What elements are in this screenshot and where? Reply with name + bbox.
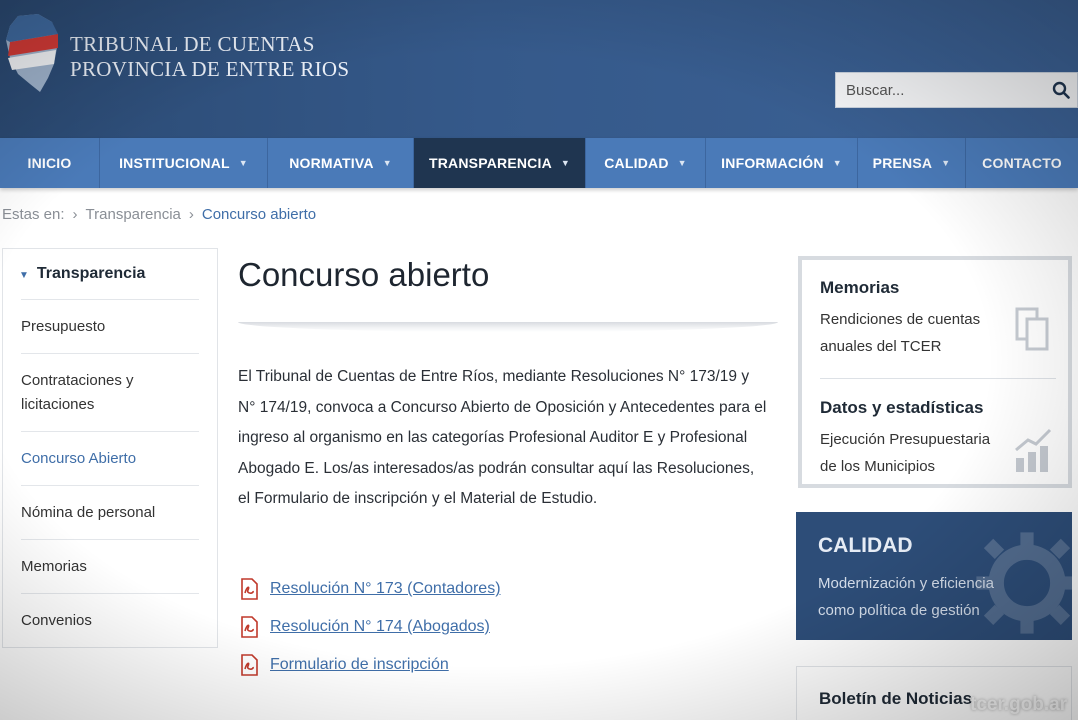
nav-label: CALIDAD (604, 155, 669, 171)
doc-link-resolucion-174[interactable]: Resolución N° 174 (Abogados) (238, 616, 490, 638)
memorias-title[interactable]: Memorias (820, 278, 899, 298)
pdf-icon (241, 654, 258, 676)
sidebar-item-nomina[interactable]: Nómina de personal (21, 485, 199, 539)
nav-normativa[interactable]: NORMATIVA ▼ (268, 138, 414, 188)
title-divider (238, 322, 778, 332)
brand-line-2: PROVINCIA DE ENTRE RIOS (70, 57, 350, 81)
brand-line-1: TRIBUNAL DE CUENTAS (70, 32, 315, 56)
doc-link-label[interactable]: Resolución N° 174 (Abogados) (270, 618, 490, 636)
documents-icon (1015, 307, 1049, 351)
sidebar-item-label: Convenios (21, 611, 92, 629)
nav-label: INICIO (27, 155, 72, 171)
sidebar-item-label: Concurso Abierto (21, 449, 137, 467)
nav-institucional[interactable]: INSTITUCIONAL ▼ (100, 138, 268, 188)
sidebar: ▼ Transparencia Presupuesto Contratacione… (2, 248, 218, 648)
nav-inicio[interactable]: INICIO (0, 138, 100, 188)
doc-link-resolucion-173[interactable]: Resolución N° 173 (Contadores) (238, 578, 501, 600)
datos-title[interactable]: Datos y estadísticas (820, 398, 983, 418)
boletin-title: Boletín de Noticias (819, 689, 973, 708)
nav-label: INSTITUCIONAL (119, 155, 230, 171)
caret-down-icon: ▼ (941, 158, 951, 168)
doc-link-label[interactable]: Formulario de inscripción (270, 656, 449, 674)
search-input[interactable] (836, 73, 1045, 107)
main-nav: INICIO INSTITUCIONAL ▼ NORMATIVA ▼ TRANSPA… (0, 138, 1078, 188)
sidebar-item-label: Contrataciones y licitaciones (21, 371, 134, 413)
calidad-title: CALIDAD (818, 534, 913, 557)
calidad-text: Modernización y eficiencia como política… (818, 575, 994, 619)
nav-prensa[interactable]: PRENSA ▼ (858, 138, 966, 188)
breadcrumb-current[interactable]: Concurso abierto (202, 206, 316, 223)
nav-label: TRANSPARENCIA (428, 155, 552, 171)
brand-title[interactable]: TRIBUNAL DE CUENTAS PROVINCIA DE ENTRE R… (70, 32, 349, 82)
sidebar-item-presupuesto[interactable]: Presupuesto (21, 299, 199, 353)
memorias-datos-box: Memorias Rendiciones de cuentas anuales … (798, 256, 1072, 488)
nav-label: INFORMACIÓN (721, 155, 824, 171)
caret-down-icon: ▼ (382, 158, 392, 168)
search-icon[interactable] (1045, 73, 1077, 107)
calidad-box[interactable]: CALIDAD Modernización y eficiencia como … (796, 512, 1072, 640)
sidebar-item-label: Nómina de personal (21, 503, 156, 521)
sidebar-item-concurso-abierto[interactable]: Concurso Abierto (21, 431, 199, 485)
caret-down-icon: ▼ (832, 158, 842, 168)
nav-label: PRENSA (872, 155, 933, 171)
nav-calidad[interactable]: CALIDAD ▼ (586, 138, 706, 188)
triangle-down-icon: ▼ (19, 270, 29, 281)
province-map-logo[interactable] (4, 12, 60, 94)
page-title: Concurso abierto (238, 256, 490, 293)
nav-transparencia[interactable]: TRANSPARENCIA ▼ (414, 138, 586, 188)
statistics-chart-icon (1015, 428, 1052, 472)
breadcrumb: Estas en: › Transparencia › Concurso abierto (2, 206, 316, 223)
pdf-icon (241, 616, 258, 638)
memorias-text[interactable]: Rendiciones de cuentas anuales del TCER (820, 306, 1000, 360)
sidebar-item-label: Memorias (21, 557, 87, 575)
chevron-right-icon: › (72, 206, 78, 223)
caret-down-icon: ▼ (560, 158, 570, 168)
sidebar-item-memorias[interactable]: Memorias (21, 539, 199, 593)
box-divider (820, 378, 1056, 379)
breadcrumb-transparencia[interactable]: Transparencia (86, 206, 181, 223)
search-box (835, 72, 1078, 108)
nav-informacion[interactable]: INFORMACIÓN ▼ (706, 138, 858, 188)
chevron-right-icon: › (188, 206, 194, 223)
nav-label: NORMATIVA (289, 155, 374, 171)
site-header: TRIBUNAL DE CUENTAS PROVINCIA DE ENTRE R… (0, 0, 1078, 138)
sidebar-item-convenios[interactable]: Convenios (21, 593, 199, 647)
caret-down-icon: ▼ (238, 158, 248, 168)
intro-paragraph: El Tribunal de Cuentas de Entre Ríos, me… (238, 368, 767, 507)
nav-contacto[interactable]: CONTACTO (966, 138, 1078, 188)
datos-text[interactable]: Ejecución Presupuestaria de los Municipi… (820, 426, 1000, 480)
pdf-icon (241, 578, 258, 600)
doc-link-formulario[interactable]: Formulario de inscripción (238, 654, 449, 676)
doc-link-label[interactable]: Resolución N° 173 (Contadores) (270, 580, 501, 598)
sidebar-heading[interactable]: ▼ Transparencia (19, 265, 145, 283)
nav-label: CONTACTO (982, 155, 1062, 171)
sidebar-heading-label: Transparencia (36, 265, 146, 282)
breadcrumb-prefix: Estas en: (2, 206, 65, 223)
sidebar-item-contrataciones[interactable]: Contrataciones y licitaciones (21, 353, 199, 431)
caret-down-icon: ▼ (677, 158, 687, 168)
site-watermark: tcer.gob.ar (970, 694, 1068, 715)
sidebar-item-label: Presupuesto (21, 317, 106, 335)
